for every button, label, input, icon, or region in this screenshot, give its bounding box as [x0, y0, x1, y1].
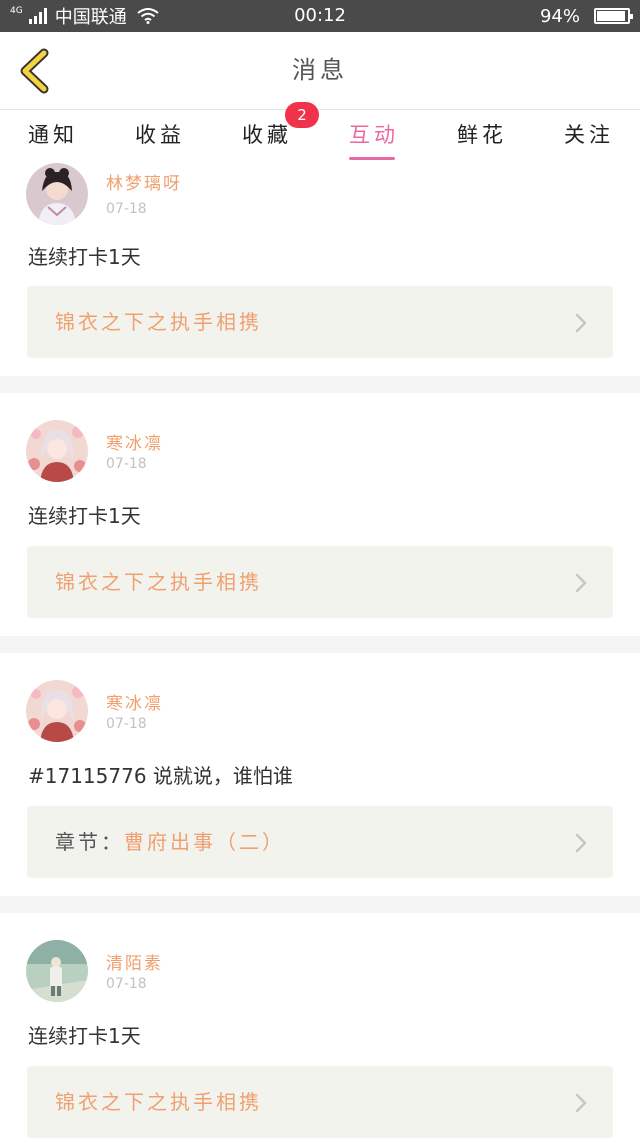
- chevron-right-icon: [575, 573, 587, 593]
- status-bar: 4G 中国联通 00:12 94%: [0, 0, 640, 32]
- favorites-badge: 2: [285, 102, 319, 128]
- avatar[interactable]: [26, 420, 88, 482]
- message-card: 林梦璃呀 07-18 连续打卡1天 锦衣之下之执手相携: [0, 161, 640, 376]
- battery-icon: [594, 8, 633, 24]
- message-date: 07-18: [106, 201, 147, 217]
- chapter-title: 曹府出事（二）: [124, 830, 285, 854]
- tab-flowers[interactable]: 鲜花: [457, 119, 507, 161]
- tab-earnings[interactable]: 收益: [135, 119, 185, 161]
- tab-following[interactable]: 关注: [564, 119, 614, 161]
- username[interactable]: 林梦璃呀: [106, 169, 182, 194]
- chevron-right-icon: [575, 833, 587, 853]
- message-date: 07-18: [106, 716, 147, 732]
- username[interactable]: 寒冰凛: [106, 429, 163, 454]
- book-title: 锦衣之下之执手相携: [55, 310, 262, 334]
- username[interactable]: 寒冰凛: [106, 689, 163, 714]
- username[interactable]: 清陌素: [106, 949, 163, 974]
- ref-prefix: 章节：: [55, 830, 124, 854]
- message-text: #17115776 说就说，谁怕谁: [28, 764, 293, 788]
- book-link[interactable]: 锦衣之下之执手相携: [27, 286, 613, 358]
- message-card: 清陌素 07-18 连续打卡1天 锦衣之下之执手相携: [0, 913, 640, 1138]
- message-feed[interactable]: 林梦璃呀 07-18 连续打卡1天 锦衣之下之执手相携 寒冰凛 07-18 连续…: [0, 161, 640, 1138]
- avatar[interactable]: [26, 680, 88, 742]
- active-tab-indicator: [349, 157, 395, 160]
- book-link[interactable]: 锦衣之下之执手相携: [27, 1066, 613, 1138]
- tab-favorites[interactable]: 收藏: [242, 119, 292, 161]
- tab-notifications[interactable]: 通知: [28, 119, 78, 161]
- message-text: 连续打卡1天: [28, 504, 141, 528]
- tab-interactions[interactable]: 互动: [349, 119, 399, 161]
- avatar[interactable]: [26, 940, 88, 1002]
- message-date: 07-18: [106, 456, 147, 472]
- book-link[interactable]: 锦衣之下之执手相携: [27, 546, 613, 618]
- chevron-right-icon: [575, 313, 587, 333]
- book-title: 锦衣之下之执手相携: [55, 570, 262, 594]
- message-card: 寒冰凛 07-18 #17115776 说就说，谁怕谁 章节：曹府出事（二）: [0, 653, 640, 896]
- message-date: 07-18: [106, 976, 147, 992]
- tab-bar: 通知 收益 收藏 互动 鲜花 关注 2: [0, 102, 640, 161]
- top-nav-bar: 消息: [0, 32, 640, 110]
- book-title: 锦衣之下之执手相携: [55, 1090, 262, 1114]
- battery-percent: 94%: [539, 5, 580, 27]
- message-text: 连续打卡1天: [28, 245, 141, 269]
- message-card: 寒冰凛 07-18 连续打卡1天 锦衣之下之执手相携: [0, 393, 640, 636]
- chapter-link[interactable]: 章节：曹府出事（二）: [27, 806, 613, 878]
- chevron-right-icon: [575, 1093, 587, 1113]
- page-title: 消息: [292, 56, 348, 84]
- message-text: 连续打卡1天: [28, 1024, 141, 1048]
- avatar[interactable]: [26, 163, 88, 225]
